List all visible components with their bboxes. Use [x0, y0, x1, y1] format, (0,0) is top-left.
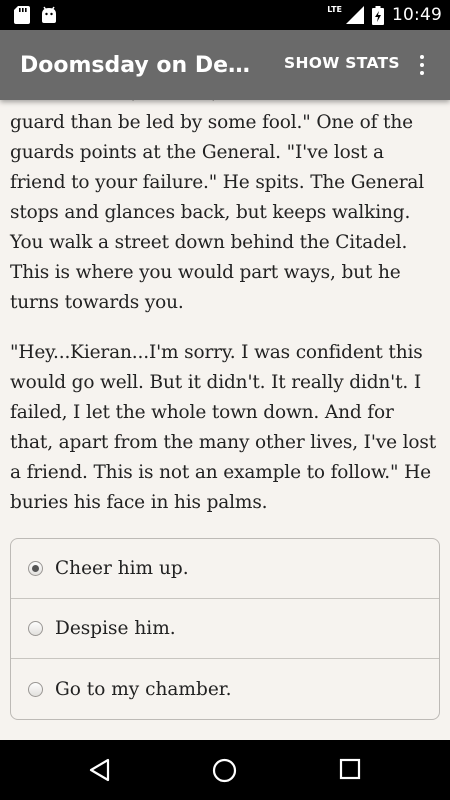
radio-unselected-icon[interactable]: [28, 621, 43, 636]
radio-selected-icon[interactable]: [28, 561, 43, 576]
story-paragraph: "Hey...Kieran...I'm sorry. I was confide…: [10, 342, 436, 513]
status-right: LTE 10:49: [327, 4, 442, 26]
status-bar: LTE 10:49: [0, 0, 450, 30]
app-title: Doomsday on Demand: [20, 52, 268, 78]
app-bar: Doomsday on Demand SHOW STATS: [0, 30, 450, 100]
recents-icon[interactable]: [339, 758, 361, 780]
android-icon: [42, 6, 56, 23]
choice-cheer-him-up[interactable]: Cheer him up.: [11, 539, 439, 599]
story-content[interactable]: mission went, I'm like, I'd rather die a…: [0, 100, 450, 740]
status-time: 10:49: [392, 5, 442, 25]
choice-label: Go to my chamber.: [55, 678, 232, 700]
navigation-bar: [0, 740, 450, 800]
status-left: [14, 6, 58, 24]
choice-list: Cheer him up. Despise him. Go to my cham…: [10, 538, 440, 720]
back-icon[interactable]: [88, 758, 112, 782]
radio-unselected-icon[interactable]: [28, 681, 43, 697]
overflow-menu-icon[interactable]: [410, 50, 434, 80]
network-type: LTE: [327, 4, 342, 14]
choice-go-to-chamber[interactable]: Go to my chamber.: [11, 659, 439, 719]
show-stats-button[interactable]: SHOW STATS: [284, 54, 400, 72]
sd-card-icon: [14, 6, 30, 24]
story-scroll: mission went, I'm like, I'd rather die a…: [0, 100, 450, 720]
signal-icon: [346, 6, 364, 24]
battery-icon: [372, 5, 384, 25]
story-paragraph: mission went, I'm like, I'd rather die a…: [10, 100, 425, 313]
choice-label: Despise him.: [55, 618, 176, 639]
choice-despise-him[interactable]: Despise him.: [11, 599, 439, 659]
choice-label: Cheer him up.: [55, 558, 189, 579]
home-icon[interactable]: [212, 758, 237, 783]
